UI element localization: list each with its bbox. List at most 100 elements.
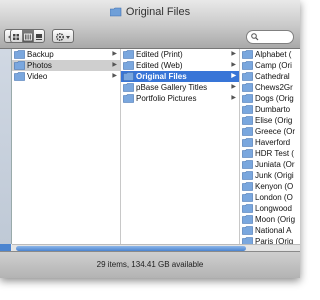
list-item[interactable]: Dumbarto <box>240 104 300 115</box>
folder-icon <box>242 83 253 93</box>
disclosure-arrow-icon: ▶ <box>112 73 117 79</box>
icon-view-button[interactable] <box>11 30 22 42</box>
folder-icon <box>242 193 253 203</box>
list-item[interactable]: Backup ▶ <box>12 49 120 60</box>
status-text: 29 items, 134.41 GB available <box>96 260 204 269</box>
list-item[interactable]: Edited (Web) ▶ <box>121 60 239 71</box>
list-item[interactable]: Chews2Gr <box>240 82 300 93</box>
window-title-group: Original Files <box>0 6 300 20</box>
list-item[interactable]: Longwood <box>240 203 300 214</box>
list-item-label: Kenyon (O <box>255 182 294 191</box>
folder-icon <box>242 204 253 214</box>
list-item[interactable]: London (O <box>240 192 300 203</box>
title-bar[interactable]: Original Files <box>0 0 300 26</box>
folder-icon <box>242 50 253 60</box>
column-view-icon <box>24 33 32 41</box>
disclosure-arrow-icon: ▶ <box>231 73 236 79</box>
coverflow-view-button[interactable] <box>33 30 44 42</box>
list-item[interactable]: Dogs (Orig <box>240 93 300 104</box>
view-mode-control[interactable] <box>10 29 45 43</box>
list-item-label: Dumbarto <box>255 105 291 114</box>
folder-icon <box>242 127 253 137</box>
list-item[interactable]: Haverford <box>240 137 300 148</box>
list-item-label: Paris (Orig <box>255 237 294 244</box>
folder-icon <box>123 50 134 60</box>
folder-icon <box>242 226 253 236</box>
list-item-label: Backup <box>27 50 54 59</box>
folder-icon <box>242 94 253 104</box>
folder-icon <box>123 72 134 82</box>
list-item-label: HDR Test ( <box>255 149 294 158</box>
list-item-label: Chews2Gr <box>255 83 293 92</box>
list-item-label: Alphabet ( <box>255 50 292 59</box>
list-item-label: Camp (Ori <box>255 61 292 70</box>
action-menu-button[interactable] <box>52 29 74 43</box>
folder-icon <box>242 215 253 225</box>
list-item[interactable]: Edited (Print) ▶ <box>121 49 239 60</box>
list-item[interactable]: Original Files ▶ <box>121 71 239 82</box>
list-item[interactable]: National A <box>240 225 300 236</box>
folder-icon <box>242 61 253 71</box>
icon-view-icon <box>13 34 19 40</box>
list-item-label: pBase Gallery Titles <box>136 83 208 92</box>
disclosure-arrow-icon: ▶ <box>231 95 236 101</box>
list-item-label: Moon (Orig <box>255 215 296 224</box>
disclosure-arrow-icon: ▶ <box>231 62 236 68</box>
list-item[interactable]: Kenyon (O <box>240 181 300 192</box>
list-item[interactable]: pBase Gallery Titles ▶ <box>121 82 239 93</box>
disclosure-arrow-icon: ▶ <box>112 51 117 57</box>
folder-icon <box>14 50 25 60</box>
folder-icon <box>242 160 253 170</box>
list-item-label: Edited (Web) <box>136 61 183 70</box>
list-item[interactable]: Camp (Ori <box>240 60 300 71</box>
disclosure-arrow-icon: ▶ <box>231 84 236 90</box>
list-item-label: Edited (Print) <box>136 50 183 59</box>
folder-icon <box>242 105 253 115</box>
list-item[interactable]: HDR Test ( <box>240 148 300 159</box>
list-item-label: Cathedral <box>255 72 290 81</box>
folder-icon <box>123 61 134 71</box>
window-title: Original Files <box>125 6 191 18</box>
list-item-label: Original Files <box>136 72 187 81</box>
column-1: Backup ▶ Photos ▶ Video ▶ <box>12 49 121 244</box>
column-3: Alphabet ( Camp (Ori Cathedral Chews2Gr Dogs… <box>240 49 300 244</box>
column-view-button[interactable] <box>22 30 33 42</box>
folder-icon <box>242 182 253 192</box>
list-item[interactable]: Video ▶ <box>12 71 120 82</box>
folder-icon <box>123 83 134 93</box>
folder-icon <box>109 7 122 20</box>
folder-icon <box>242 116 253 126</box>
list-item-label: London (O <box>255 193 293 202</box>
sidebar-edge <box>0 49 12 244</box>
folder-icon <box>242 171 253 181</box>
column-browser: Backup ▶ Photos ▶ Video ▶ Edited (Print) ▶ Edit… <box>12 49 300 252</box>
list-item-label: National A <box>255 226 292 235</box>
list-item-label: Dogs (Orig <box>255 94 294 103</box>
folder-icon <box>123 94 134 104</box>
list-item-label: Portfolio Pictures <box>136 94 197 103</box>
search-input[interactable] <box>246 30 294 44</box>
folder-icon <box>14 72 25 82</box>
toolbar <box>0 26 300 49</box>
search-icon <box>251 33 259 41</box>
list-item[interactable]: Alphabet ( <box>240 49 300 60</box>
list-item[interactable]: Moon (Orig <box>240 214 300 225</box>
gear-icon <box>55 32 70 42</box>
list-item[interactable]: Junk (Origi <box>240 170 300 181</box>
list-item-label: Junk (Origi <box>255 171 294 180</box>
status-bar: 29 items, 134.41 GB available <box>0 251 300 278</box>
list-item[interactable]: Elise (Orig <box>240 115 300 126</box>
coverflow-view-icon <box>36 34 42 40</box>
list-item-label: Elise (Orig <box>255 116 293 125</box>
folder-icon <box>242 237 253 244</box>
list-item-label: Photos <box>27 61 52 70</box>
list-item[interactable]: Portfolio Pictures ▶ <box>121 93 239 104</box>
folder-icon <box>14 61 25 71</box>
list-item[interactable]: Juniata (Or <box>240 159 300 170</box>
list-item-label: Video <box>27 72 48 81</box>
list-item[interactable]: Paris (Orig <box>240 236 300 244</box>
list-item[interactable]: Greece (Or <box>240 126 300 137</box>
list-item[interactable]: Cathedral <box>240 71 300 82</box>
list-item-label: Greece (Or <box>255 127 296 136</box>
list-item[interactable]: Photos ▶ <box>12 60 120 71</box>
